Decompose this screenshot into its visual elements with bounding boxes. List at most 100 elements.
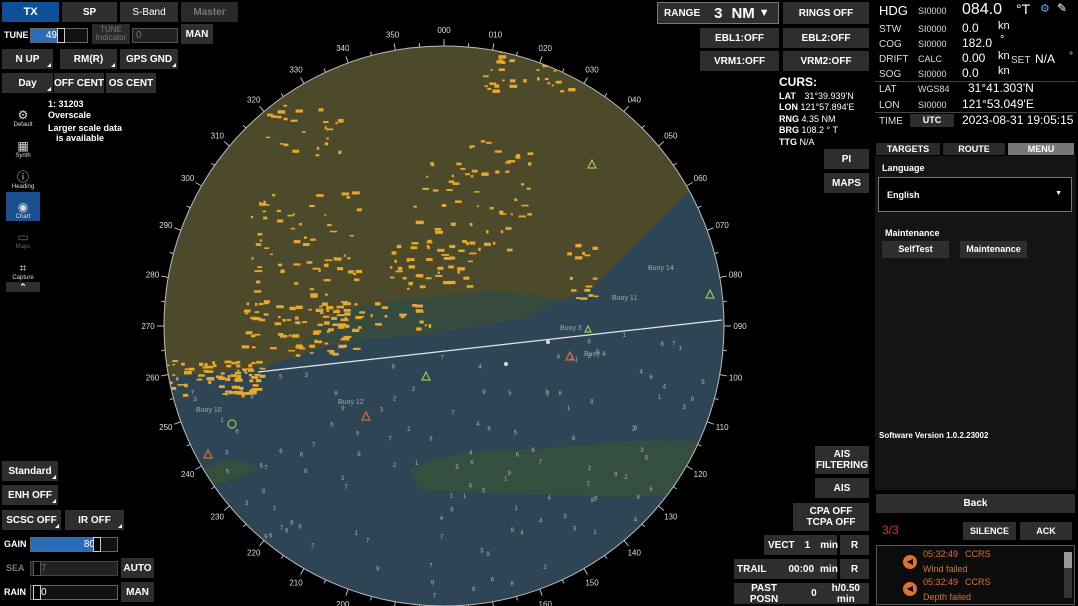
tab-route[interactable]: ROUTE (943, 143, 1005, 155)
bearing-tick (280, 93, 284, 97)
maintenance-button[interactable]: Maintenance (960, 241, 1027, 258)
sea-auto-button[interactable]: AUTO (121, 558, 154, 578)
ais-button[interactable]: AIS (815, 478, 869, 498)
enh-button[interactable]: ENH OFF (2, 485, 58, 505)
gps-ground-button[interactable]: GPS GND (120, 49, 178, 69)
bearing-tick (345, 56, 349, 64)
radar-echo (415, 304, 424, 308)
off-cent-button[interactable]: OFF CENT (54, 73, 104, 93)
radar-echo (259, 239, 263, 242)
radar-echo (243, 309, 251, 313)
scale-note-1: Larger scale data (48, 123, 123, 133)
scsc-button[interactable]: SCSC OFF (2, 510, 61, 530)
radar-echo (324, 259, 333, 262)
ais-filtering-button[interactable]: AIS FILTERING (815, 446, 869, 474)
radar-echo (410, 246, 418, 250)
back-button[interactable]: Back (876, 494, 1075, 513)
radar-echo (352, 347, 361, 350)
radar-echo (408, 265, 415, 269)
radar-echo (324, 321, 330, 325)
tool-maps[interactable]: ▭ Maps (6, 222, 40, 251)
os-cent-button[interactable]: OS CENT (106, 73, 156, 93)
standard-button[interactable]: Standard (2, 461, 58, 481)
vrm2-button[interactable]: VRM2:OFF (783, 51, 869, 71)
tune-man-button[interactable]: MAN (181, 24, 213, 44)
set-value: N/A (1035, 52, 1056, 66)
radar-echo (309, 288, 315, 291)
radar-echo (309, 205, 315, 208)
gain-slider[interactable]: 80 (30, 537, 118, 552)
motion-button[interactable]: RM(R) (60, 49, 117, 69)
trail-control[interactable]: TRAIL 00:00 min (734, 559, 838, 579)
selftest-button[interactable]: SelfTest (882, 241, 949, 258)
radar-echo (231, 385, 238, 388)
pi-button[interactable]: PI (824, 149, 869, 169)
bearing-tick (259, 105, 265, 112)
sea-slider[interactable]: 7 (30, 561, 118, 576)
maps-button[interactable]: MAPS (824, 173, 869, 193)
trail-mode-button[interactable]: R (840, 559, 869, 579)
ack-button[interactable]: ACK (1020, 522, 1072, 540)
vector-control[interactable]: VECT 1 min (764, 535, 838, 555)
edit-icon[interactable]: ✎ (1057, 1, 1067, 15)
silence-button[interactable]: SILENCE (963, 522, 1016, 540)
radar-echo (270, 253, 273, 256)
radar-echo (317, 323, 323, 326)
radar-echo (198, 374, 204, 377)
ebl2-button[interactable]: EBL2:OFF (783, 28, 869, 48)
past-position-control[interactable]: PAST POSN 0 h/0.50 min (734, 583, 869, 605)
tool-synth[interactable]: ▦ Synth (6, 131, 40, 160)
sp-button[interactable]: SP (62, 2, 117, 22)
radar-echo (485, 230, 489, 234)
radar-echo (263, 313, 269, 316)
radar-echo (257, 233, 263, 236)
lat-value: 31°41.303'N (968, 81, 1034, 95)
cpa-tcpa-button[interactable]: CPA OFF TCPA OFF (793, 503, 869, 531)
tune-slider[interactable]: 49 (30, 28, 88, 43)
sog-label: SOG (879, 69, 902, 80)
rings-button[interactable]: RINGS OFF (783, 2, 869, 24)
radar-echo (493, 241, 496, 245)
language-select[interactable]: English ▼ (878, 177, 1072, 212)
radar-echo (299, 223, 303, 226)
radar-echo (295, 109, 303, 113)
tool-chart[interactable]: ◉ Chart (6, 192, 40, 221)
radar-echo (316, 194, 324, 197)
radar-echo (324, 126, 327, 130)
rain-slider[interactable]: 0 (30, 585, 118, 600)
ir-button[interactable]: IR OFF (65, 510, 124, 530)
radar-echo (495, 170, 500, 174)
tx-button[interactable]: TX (2, 2, 59, 22)
bearing-tick (186, 443, 191, 447)
rain-man-button[interactable]: MAN (121, 582, 154, 602)
radar-echo (349, 234, 354, 237)
radar-echo (258, 302, 264, 306)
ebl1-button[interactable]: EBL1:OFF (700, 28, 779, 48)
bearing-tick (492, 43, 495, 51)
day-button[interactable]: Day (2, 73, 53, 93)
vrm1-button[interactable]: VRM1:OFF (700, 51, 779, 71)
radar-echo (322, 315, 330, 318)
settings-icon[interactable]: ⚙ (1040, 2, 1050, 15)
band-button[interactable]: S-Band (120, 2, 178, 22)
utc-button[interactable]: UTC (910, 114, 954, 127)
alarm-scrollbar[interactable] (1064, 552, 1072, 598)
tab-targets[interactable]: TARGETS (876, 143, 940, 155)
radar-echo (177, 384, 185, 386)
bearing-label: 220 (247, 549, 261, 558)
radar-echo (301, 131, 306, 133)
radar-echo (359, 311, 366, 314)
tab-menu[interactable]: MENU (1008, 143, 1074, 155)
bearing-label: 300 (181, 174, 195, 183)
radar-echo (230, 391, 234, 394)
tool-capture[interactable]: ⌗ Capture (6, 253, 40, 282)
north-up-button[interactable]: N UP (2, 49, 53, 69)
master-button[interactable]: Master (181, 2, 238, 22)
radar-echo (426, 175, 429, 178)
tool-heading[interactable]: ⓘ Heading (6, 162, 40, 191)
tool-default[interactable]: ⚙ Default (6, 100, 40, 129)
radar-echo (575, 243, 582, 248)
range-selector[interactable]: RANGE 3 NM ▼ (657, 2, 779, 24)
collapse-tools-button[interactable]: ⌃ (6, 282, 40, 292)
vector-mode-button[interactable]: R (840, 535, 869, 555)
